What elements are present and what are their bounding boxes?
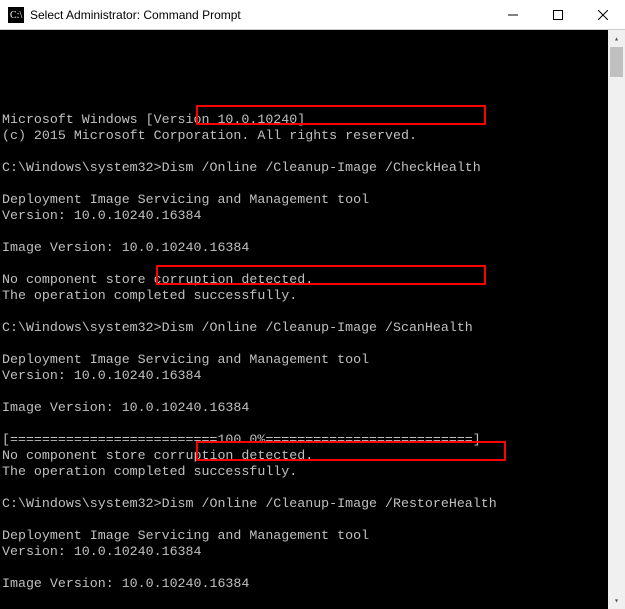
terminal-line: [==========================100.0%=======… bbox=[2, 432, 606, 448]
terminal-line bbox=[2, 144, 606, 160]
terminal-line bbox=[2, 480, 606, 496]
terminal-line: Image Version: 10.0.10240.16384 bbox=[2, 576, 606, 592]
terminal-line: Version: 10.0.10240.16384 bbox=[2, 208, 606, 224]
terminal-line bbox=[2, 224, 606, 240]
terminal-line: Microsoft Windows [Version 10.0.10240] bbox=[2, 112, 606, 128]
terminal-line bbox=[2, 512, 606, 528]
terminal-line bbox=[2, 560, 606, 576]
terminal-line: No component store corruption detected. bbox=[2, 448, 606, 464]
terminal-line bbox=[2, 176, 606, 192]
terminal-line bbox=[2, 592, 606, 608]
terminal-line: C:\Windows\system32>Dism /Online /Cleanu… bbox=[2, 496, 606, 512]
terminal-line bbox=[2, 416, 606, 432]
terminal-line: Image Version: 10.0.10240.16384 bbox=[2, 240, 606, 256]
terminal-line: The operation completed successfully. bbox=[2, 288, 606, 304]
scrollbar-thumb[interactable] bbox=[610, 47, 623, 77]
titlebar[interactable]: C:\ Select Administrator: Command Prompt bbox=[0, 0, 625, 30]
terminal-line: C:\Windows\system32>Dism /Online /Cleanu… bbox=[2, 320, 606, 336]
close-button[interactable] bbox=[580, 0, 625, 29]
minimize-button[interactable] bbox=[490, 0, 535, 29]
terminal-line: Image Version: 10.0.10240.16384 bbox=[2, 400, 606, 416]
vertical-scrollbar[interactable]: ▴ ▾ bbox=[608, 30, 625, 609]
terminal-line bbox=[2, 256, 606, 272]
terminal-line: Version: 10.0.10240.16384 bbox=[2, 544, 606, 560]
scrollbar-arrow-up-icon[interactable]: ▴ bbox=[608, 30, 625, 47]
window-title: Select Administrator: Command Prompt bbox=[30, 8, 490, 22]
terminal-line: (c) 2015 Microsoft Corporation. All righ… bbox=[2, 128, 606, 144]
terminal-line: Deployment Image Servicing and Managemen… bbox=[2, 192, 606, 208]
terminal-line bbox=[2, 336, 606, 352]
terminal-line: Deployment Image Servicing and Managemen… bbox=[2, 528, 606, 544]
terminal-line: The operation completed successfully. bbox=[2, 464, 606, 480]
terminal-line: C:\Windows\system32>Dism /Online /Cleanu… bbox=[2, 160, 606, 176]
terminal-line bbox=[2, 304, 606, 320]
terminal-line: Deployment Image Servicing and Managemen… bbox=[2, 352, 606, 368]
maximize-button[interactable] bbox=[535, 0, 580, 29]
command-prompt-icon: C:\ bbox=[8, 7, 24, 23]
scrollbar-arrow-down-icon[interactable]: ▾ bbox=[608, 592, 625, 609]
window-controls bbox=[490, 0, 625, 29]
terminal-area[interactable]: Microsoft Windows [Version 10.0.10240](c… bbox=[0, 30, 625, 609]
terminal-line: No component store corruption detected. bbox=[2, 272, 606, 288]
svg-text:C:\: C:\ bbox=[10, 10, 22, 21]
terminal-line bbox=[2, 384, 606, 400]
terminal-line: Version: 10.0.10240.16384 bbox=[2, 368, 606, 384]
terminal-content[interactable]: Microsoft Windows [Version 10.0.10240](c… bbox=[0, 30, 608, 609]
